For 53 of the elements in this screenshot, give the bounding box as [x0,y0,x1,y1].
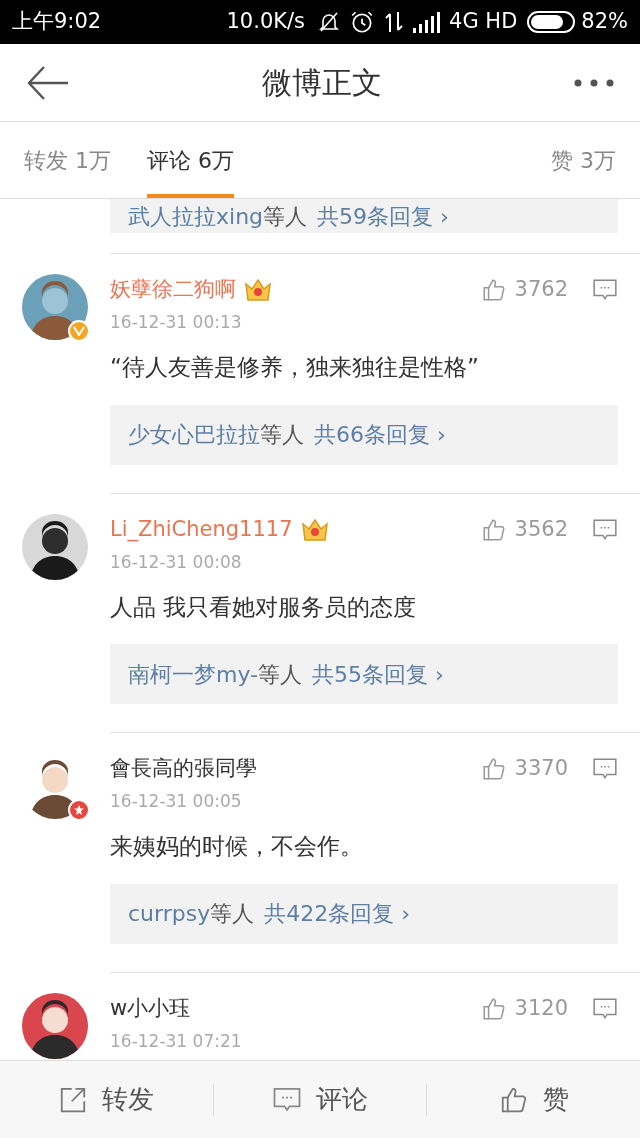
page-title: 微博正文 [262,64,382,102]
like-button[interactable]: 3370 [480,753,568,785]
battery-icon [527,11,576,33]
like-button[interactable]: 3562 [480,513,568,546]
like-button[interactable]: 3762 [480,274,568,306]
battery-text: 82% [581,8,628,36]
user-name[interactable]: 妖孽徐二狗啊 [110,274,236,306]
tab[interactable]: 赞 3万 [551,122,616,198]
replies-count-link[interactable]: 共422条回复 › [264,897,410,930]
user-name[interactable]: w小小珏 [110,992,191,1025]
comment-date: 16-12-31 07:21 [110,1029,243,1053]
tab[interactable]: 转发 1万 [24,122,111,198]
thumbs-up-icon [480,277,507,303]
comment-button[interactable]: 评论 [272,1080,368,1119]
back-icon[interactable] [26,64,70,101]
data-arrows-icon [383,10,406,34]
share-button[interactable]: 转发 [58,1080,155,1119]
signal-icon [413,11,442,33]
replies-label: 等人 [210,900,255,928]
user-link[interactable]: 少女心巴拉拉 [128,418,260,451]
clock-text: 上午9:02 [12,8,102,36]
comment-date: 16-12-31 00:08 [110,550,243,574]
user-link[interactable]: currpsy [128,897,211,930]
replies-bar[interactable]: currpsy等人 共422条回复 › [110,883,618,944]
like-button[interactable]: 赞 [498,1080,569,1119]
comment-date: 16-12-31 00:05 [110,790,243,813]
comment-text: 人品 我只看她对服务员的态度 [110,592,418,622]
replies-bar[interactable]: 少女心巴拉拉等人 共66条回复 › [110,404,618,465]
thumbs-up-icon [480,516,507,543]
replies-bar[interactable]: 南柯一梦my-等人 共55条回复 › [110,644,618,704]
replies-label: 等人 [260,421,304,449]
user-link[interactable]: 武人拉拉xing [128,199,264,233]
comment-text: 来姨妈的时候，不会作。 [110,832,364,861]
user-link[interactable]: 南柯一梦my- [128,657,258,691]
network-type-text: 4G HD [449,8,518,36]
user-name[interactable]: Li_ZhiCheng1117 [110,513,293,546]
replies-label: 等人 [263,202,308,231]
replies-label: 等人 [258,660,302,689]
bell-muted-icon [317,10,342,34]
more-icon[interactable] [574,77,614,88]
user-name[interactable]: 會長高的張同學 [110,753,257,785]
crown-icon [300,517,329,542]
replies-bar[interactable]: 武人拉拉xing等人 共59条回复 › [110,199,618,233]
replies-count-link[interactable]: 共59条回复 › [317,199,449,233]
replies-count-link[interactable]: 共55条回复 › [312,657,444,691]
replies-count-link[interactable]: 共66条回复 › [314,418,446,451]
network-speed-text: 10.0K/s [226,8,306,36]
like-button[interactable]: 3120 [480,992,568,1025]
comment-text: “待人友善是修养，独来独往是性格” [110,353,480,382]
thumbs-up-icon [480,756,507,782]
crown-icon [244,278,272,302]
thumbs-up-icon [480,995,507,1022]
comment-date: 16-12-31 00:13 [110,311,243,334]
